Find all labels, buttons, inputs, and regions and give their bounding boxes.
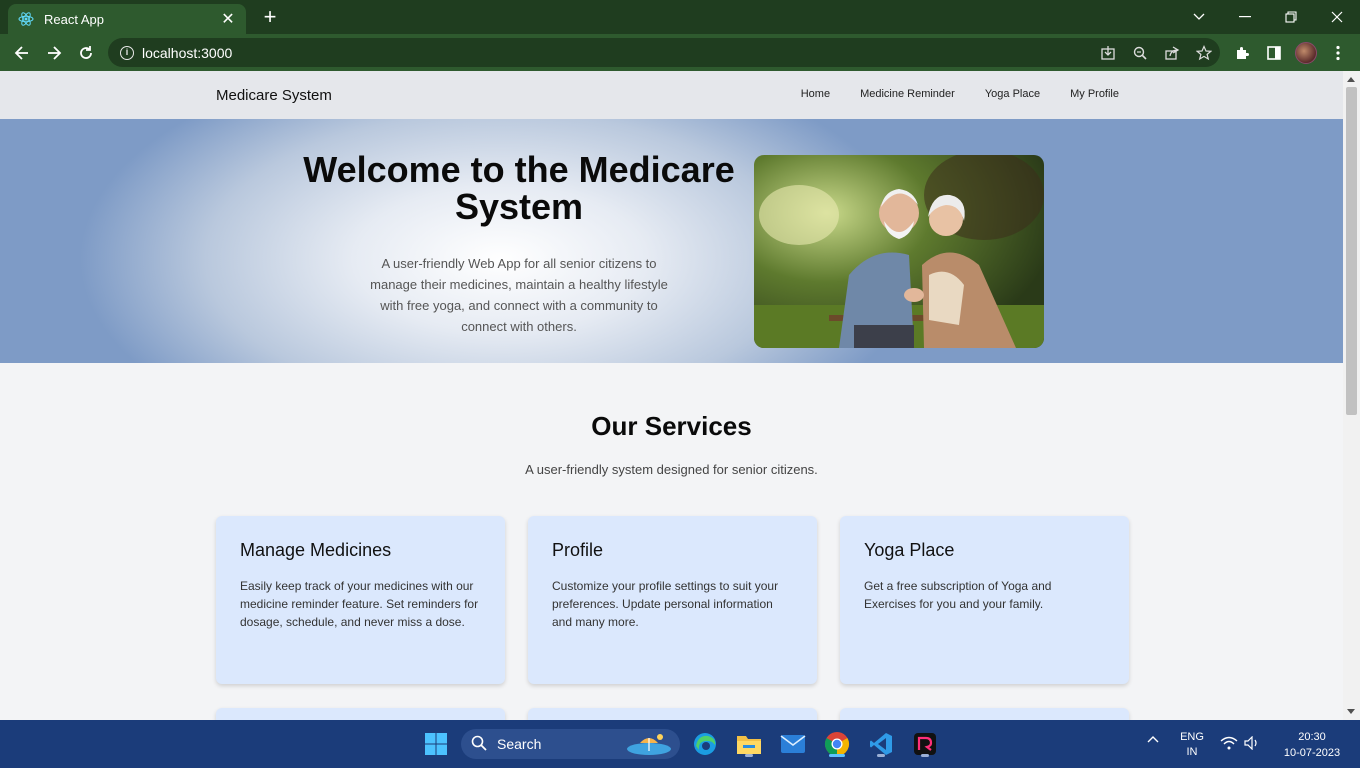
- card-text: Easily keep track of your medicines with…: [240, 579, 479, 629]
- taskbar-search[interactable]: Search: [461, 729, 680, 759]
- hero-subtitle: A user-friendly Web App for all senior c…: [370, 256, 668, 334]
- card-text: Customize your profile settings to suit …: [552, 579, 779, 629]
- mail-icon[interactable]: [777, 728, 809, 760]
- search-highlight-beach-icon: [626, 731, 672, 758]
- card-title: Profile: [552, 540, 604, 560]
- active-indicator: [829, 754, 845, 757]
- page-scrollbar[interactable]: [1343, 71, 1360, 720]
- services-subtitle: A user-friendly system designed for seni…: [525, 462, 818, 477]
- hero-title: Welcome to the Medicare System: [303, 149, 735, 227]
- language-code: ENG: [1180, 731, 1204, 743]
- close-tab-icon[interactable]: ✕: [220, 9, 236, 29]
- service-card-partial[interactable]: [216, 708, 505, 720]
- react-logo-icon: [18, 11, 34, 27]
- service-card-manage-medicines[interactable]: Manage Medicines Easily keep track of yo…: [216, 516, 505, 684]
- wifi-icon[interactable]: [1220, 736, 1238, 753]
- running-indicator: [921, 754, 929, 757]
- nav-link-my-profile[interactable]: My Profile: [1070, 88, 1119, 100]
- browser-tab[interactable]: React App ✕: [8, 4, 246, 34]
- url-text: localhost:3000: [142, 44, 233, 61]
- restore-button[interactable]: [1268, 0, 1314, 34]
- browser-toolbar: i localhost:3000: [0, 34, 1360, 71]
- profile-avatar[interactable]: [1293, 40, 1319, 66]
- clock-date: 10-07-2023: [1283, 747, 1341, 759]
- service-card-partial[interactable]: [528, 708, 817, 720]
- service-card-yoga-place[interactable]: Yoga Place Get a free subscription of Yo…: [840, 516, 1129, 684]
- card-title: Yoga Place: [864, 540, 955, 560]
- tab-title: React App: [44, 11, 104, 27]
- service-card-profile[interactable]: Profile Customize your profile settings …: [528, 516, 817, 684]
- windows-taskbar: Search ENG IN 20:30 10-07-2023: [0, 720, 1360, 768]
- running-indicator: [745, 754, 753, 757]
- zoom-icon[interactable]: [1124, 41, 1156, 65]
- scroll-up-arrow-icon[interactable]: [1347, 77, 1355, 82]
- card-title: Manage Medicines: [240, 540, 392, 560]
- minimize-button[interactable]: [1222, 0, 1268, 34]
- back-arrow-icon[interactable]: [9, 40, 35, 66]
- region-code: IN: [1186, 746, 1198, 758]
- dev-app-icon[interactable]: [909, 728, 941, 760]
- clock-time: 20:30: [1298, 731, 1326, 743]
- site-navbar: Medicare System Home Medicine Reminder Y…: [0, 71, 1343, 119]
- chrome-browser-icon[interactable]: [821, 728, 853, 760]
- install-app-icon[interactable]: [1092, 41, 1124, 65]
- running-indicator: [877, 754, 885, 757]
- search-label: Search: [497, 736, 542, 752]
- services-title: Our Services: [591, 411, 752, 441]
- volume-icon[interactable]: [1244, 735, 1262, 753]
- menu-kebab-icon[interactable]: [1325, 40, 1351, 66]
- close-window-button[interactable]: [1314, 0, 1360, 34]
- clock[interactable]: 20:30 10-07-2023: [1274, 729, 1350, 761]
- nav-link-medicine-reminder[interactable]: Medicine Reminder: [860, 88, 955, 100]
- nav-links: Home Medicine Reminder Yoga Place My Pro…: [771, 88, 1119, 100]
- side-panel-icon[interactable]: [1261, 40, 1287, 66]
- site-brand[interactable]: Medicare System: [216, 87, 332, 104]
- card-text: Get a free subscription of Yoga and Exer…: [864, 579, 1052, 611]
- edge-browser-icon[interactable]: [689, 728, 721, 760]
- file-explorer-icon[interactable]: [733, 728, 765, 760]
- service-card-partial[interactable]: [840, 708, 1129, 720]
- nav-link-home[interactable]: Home: [801, 88, 830, 100]
- forward-arrow-icon[interactable]: [41, 40, 67, 66]
- bookmark-star-icon[interactable]: [1188, 41, 1220, 65]
- language-indicator[interactable]: ENG IN: [1172, 730, 1212, 760]
- search-icon: [471, 735, 487, 754]
- address-bar[interactable]: i localhost:3000: [108, 38, 1220, 67]
- site-info-icon[interactable]: i: [120, 45, 134, 60]
- extensions-puzzle-icon[interactable]: [1229, 40, 1255, 66]
- reload-icon[interactable]: [73, 40, 99, 66]
- scroll-down-arrow-icon[interactable]: [1347, 709, 1355, 714]
- show-hidden-icons-chevron-icon[interactable]: [1143, 734, 1163, 746]
- nav-link-yoga-place[interactable]: Yoga Place: [985, 88, 1040, 100]
- page-viewport: Medicare System Home Medicine Reminder Y…: [0, 71, 1343, 720]
- hero-section: Welcome to the Medicare System A user-fr…: [0, 119, 1343, 363]
- tab-search-chevron-icon[interactable]: [1176, 0, 1222, 34]
- hero-image-elderly-couple: [754, 155, 1044, 348]
- browser-tab-bar: React App ✕ +: [0, 0, 1360, 34]
- share-icon[interactable]: [1156, 41, 1188, 65]
- vscode-icon[interactable]: [865, 728, 897, 760]
- windows-start-icon[interactable]: [420, 728, 452, 760]
- new-tab-button[interactable]: +: [258, 6, 282, 28]
- scrollbar-thumb[interactable]: [1346, 87, 1357, 415]
